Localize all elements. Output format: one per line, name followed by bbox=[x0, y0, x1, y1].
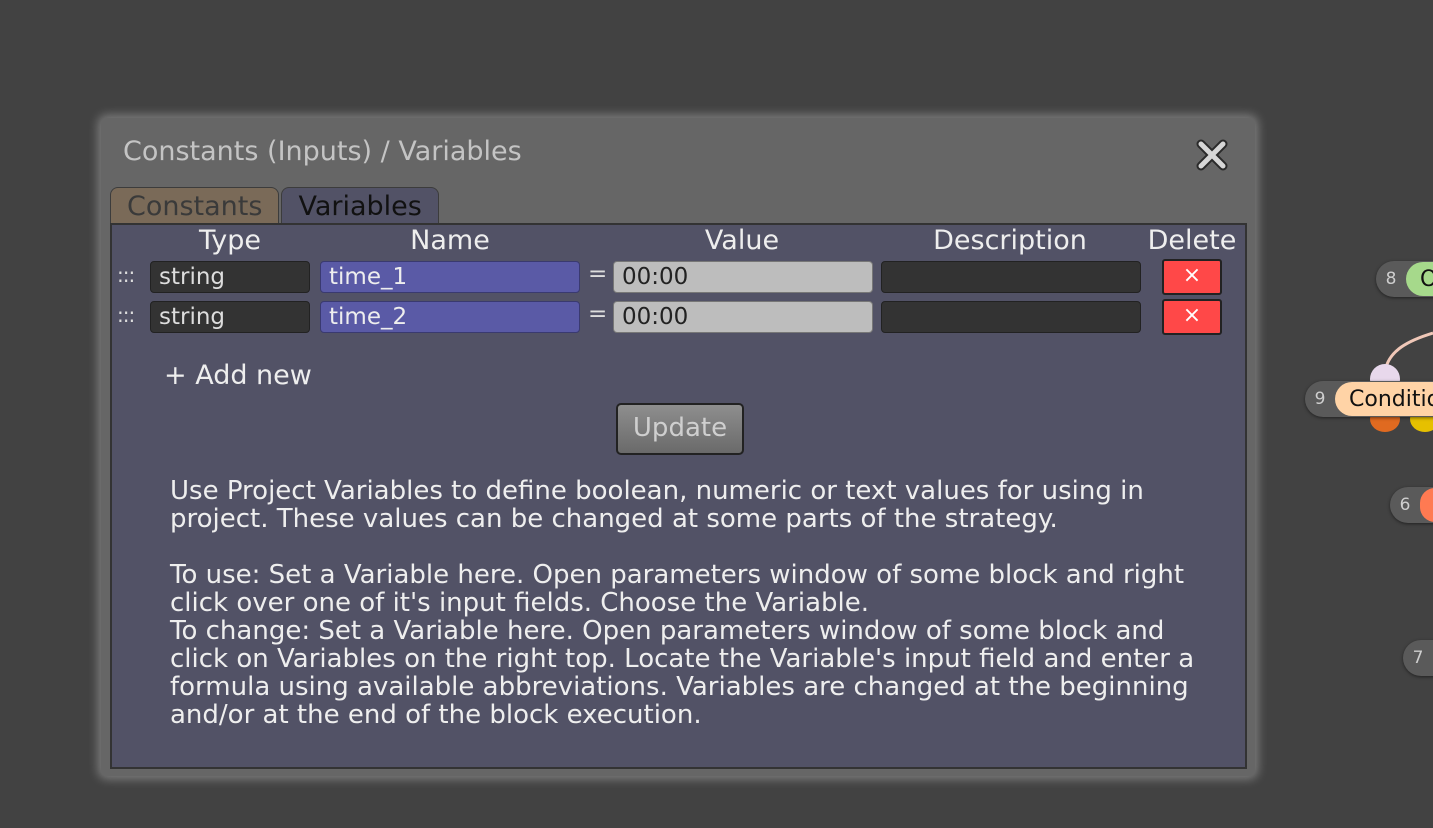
graph-node-8[interactable]: 8 O bbox=[1376, 261, 1433, 297]
node-number: 6 bbox=[1399, 495, 1411, 515]
drag-handle-icon[interactable]: ::: bbox=[117, 263, 135, 287]
equals-sign: = bbox=[588, 261, 608, 287]
node-number: 7 bbox=[1412, 648, 1424, 668]
type-select[interactable]: string bbox=[150, 301, 310, 333]
tab-bar: Constants Variables bbox=[110, 187, 441, 225]
node-number: 8 bbox=[1385, 269, 1397, 289]
description-input[interactable] bbox=[881, 261, 1141, 293]
dialog-title[interactable]: Constants (Inputs) / Variables bbox=[123, 136, 522, 167]
node-label bbox=[1420, 488, 1433, 522]
node-label: Conditio bbox=[1335, 382, 1433, 416]
help-paragraph: Use Project Variables to define boolean,… bbox=[170, 476, 1144, 534]
drag-handle-icon[interactable]: ::: bbox=[117, 303, 135, 327]
variables-dialog: Constants (Inputs) / Variables Constants… bbox=[101, 118, 1255, 776]
graph-node-9[interactable]: 9 Conditio bbox=[1305, 381, 1433, 417]
name-input[interactable]: time_1 bbox=[320, 261, 580, 293]
help-paragraph: To change: Set a Variable here. Open par… bbox=[170, 616, 1195, 730]
variables-panel: Type Name Value Description Delete ::: s… bbox=[110, 223, 1247, 769]
graph-node-6[interactable]: 6 bbox=[1390, 487, 1433, 523]
variable-row: ::: string time_2 = 00:00 × bbox=[112, 299, 1242, 335]
update-button[interactable]: Update bbox=[616, 403, 744, 455]
type-select[interactable]: string bbox=[150, 261, 310, 293]
help-text: Use Project Variables to define boolean,… bbox=[170, 477, 1200, 729]
canvas: 8 O 9 Conditio 6 7 Constants (Inputs) / … bbox=[0, 0, 1433, 828]
close-icon[interactable] bbox=[1195, 138, 1229, 172]
node-number: 9 bbox=[1314, 389, 1326, 409]
value-input[interactable]: 00:00 bbox=[613, 261, 873, 293]
column-header-delete: Delete bbox=[1147, 225, 1237, 256]
node-label: O bbox=[1406, 262, 1433, 296]
value-input[interactable]: 00:00 bbox=[613, 301, 873, 333]
help-paragraph: To use: Set a Variable here. Open parame… bbox=[170, 560, 1185, 618]
tab-variables[interactable]: Variables bbox=[281, 187, 439, 225]
graph-node-7[interactable]: 7 bbox=[1403, 640, 1433, 676]
column-header-value: Value bbox=[704, 225, 780, 256]
tab-constants[interactable]: Constants bbox=[110, 187, 280, 224]
close-icon bbox=[1196, 139, 1228, 171]
column-header-description: Description bbox=[933, 225, 1087, 256]
column-header-name: Name bbox=[410, 225, 490, 256]
column-header-type: Type bbox=[198, 225, 261, 256]
variable-row: ::: string time_1 = 00:00 × bbox=[112, 259, 1242, 295]
description-input[interactable] bbox=[881, 301, 1141, 333]
delete-button[interactable]: × bbox=[1162, 299, 1222, 335]
delete-button[interactable]: × bbox=[1162, 259, 1222, 295]
add-new-link[interactable]: + Add new bbox=[164, 360, 312, 391]
name-input[interactable]: time_2 bbox=[320, 301, 580, 333]
equals-sign: = bbox=[588, 301, 608, 327]
